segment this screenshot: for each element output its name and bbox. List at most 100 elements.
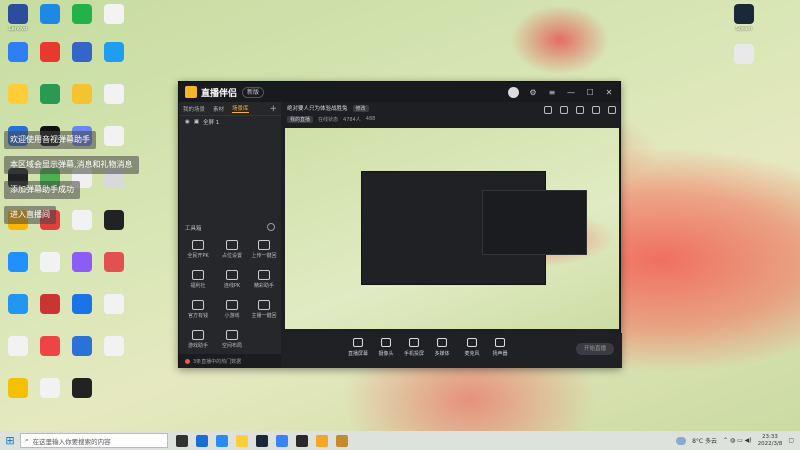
desktop-icon[interactable] xyxy=(66,378,98,400)
desktop-icon[interactable] xyxy=(66,336,98,358)
desktop-icon-label: Lenovo xyxy=(8,26,28,32)
tool-item[interactable]: 福利社 xyxy=(181,270,215,289)
taskbar-app-icon[interactable] xyxy=(336,434,348,447)
desktop-icon[interactable] xyxy=(98,294,130,316)
minimize-icon[interactable]: — xyxy=(566,88,576,97)
desktop-icon[interactable] xyxy=(34,4,66,26)
taskbar-app-icon[interactable] xyxy=(216,434,228,447)
tool-item[interactable]: 官方有钱 xyxy=(181,300,215,319)
desktop-icon[interactable] xyxy=(2,378,34,400)
desktop-icon[interactable] xyxy=(2,42,34,64)
menu-icon[interactable]: ≡ xyxy=(547,88,557,97)
desktop-icon[interactable] xyxy=(34,42,66,64)
weather-icon[interactable] xyxy=(676,436,687,445)
app-icon xyxy=(40,336,60,356)
app-icon xyxy=(72,378,92,398)
tool-item[interactable]: 连线PK xyxy=(215,270,249,289)
settings-icon[interactable]: ⚙ xyxy=(528,88,538,97)
notification-icon[interactable]: ▢ xyxy=(788,437,794,444)
lock-icon[interactable]: ▣ xyxy=(194,119,199,125)
close-icon[interactable]: ✕ xyxy=(604,88,614,97)
my-live-pill[interactable]: 我的直播 xyxy=(287,115,314,123)
app-icon xyxy=(104,210,124,230)
tool-item[interactable]: 精彩助手 xyxy=(247,270,281,289)
stream-preview[interactable] xyxy=(285,128,619,329)
control-button[interactable]: 麦克风 xyxy=(457,338,487,357)
tool-item[interactable]: 主播一键回 xyxy=(247,300,281,319)
desktop-icon[interactable] xyxy=(2,252,34,274)
tool-item[interactable]: 游戏助手 xyxy=(181,330,215,349)
desktop-icon[interactable] xyxy=(98,210,130,232)
user-avatar[interactable] xyxy=(508,86,519,98)
add-icon[interactable]: + xyxy=(269,104,277,114)
desktop-icon[interactable] xyxy=(66,4,98,26)
desktop-icon[interactable] xyxy=(98,336,130,358)
tool-item[interactable]: 小游戏 xyxy=(215,300,249,319)
control-button[interactable]: 扬声器 xyxy=(485,338,515,357)
desktop-icon[interactable] xyxy=(34,294,66,316)
app-icon xyxy=(72,252,92,272)
desktop-icon[interactable] xyxy=(34,84,66,106)
desktop-icon[interactable] xyxy=(66,252,98,274)
desktop-icon[interactable]: Lenovo xyxy=(2,4,34,32)
record-icon[interactable] xyxy=(576,106,584,114)
desktop-icon[interactable] xyxy=(728,44,760,66)
taskbar-app-icon[interactable] xyxy=(236,434,248,447)
share-icon[interactable] xyxy=(608,106,616,114)
desktop-icon[interactable] xyxy=(66,42,98,64)
version-badge[interactable]: 新版 xyxy=(242,86,265,98)
taskbar-search[interactable]: ⌕ 在这里输入你要搜索的内容 xyxy=(20,433,168,448)
taskbar-app-icon[interactable] xyxy=(316,434,328,447)
eye-icon[interactable]: ◉ xyxy=(185,119,190,125)
tool-item[interactable]: 占位设置 xyxy=(215,240,249,259)
desktop-icon[interactable] xyxy=(2,336,34,358)
taskbar-app-icon[interactable] xyxy=(276,434,288,447)
control-button[interactable]: 多媒体 xyxy=(427,338,457,357)
search-icon: ⌕ xyxy=(25,436,29,444)
bell-icon[interactable] xyxy=(592,106,600,114)
tool-item[interactable]: 空间布局 xyxy=(215,330,249,349)
desktop-icon[interactable] xyxy=(66,84,98,106)
desktop-icon[interactable] xyxy=(2,294,34,316)
taskbar-app-icon[interactable] xyxy=(196,434,208,447)
go-live-button[interactable]: 开始直播 xyxy=(576,343,614,355)
desktop-icon[interactable] xyxy=(98,126,130,148)
control-button[interactable]: 摄像头 xyxy=(371,338,401,357)
control-button[interactable]: 手机投屏 xyxy=(399,338,429,357)
scene-item[interactable]: ◉ ▣ 全屏 1 xyxy=(179,116,281,128)
desktop-icon[interactable] xyxy=(34,378,66,400)
desktop-icon[interactable] xyxy=(98,84,130,106)
start-icon[interactable]: ⊞ xyxy=(0,434,20,447)
tools-more-icon[interactable] xyxy=(267,223,275,231)
tool-label: 小游戏 xyxy=(224,313,240,319)
weather-text[interactable]: 8°C 多云 xyxy=(692,436,717,445)
desktop-icon[interactable] xyxy=(98,42,130,64)
tool-icon xyxy=(258,270,270,280)
maximize-icon[interactable]: ☐ xyxy=(585,88,595,97)
tray-icons[interactable]: ⌃ ◍ ▭ ◀) xyxy=(723,437,752,444)
taskbar-app-icon[interactable] xyxy=(176,434,188,447)
desktop-icon[interactable] xyxy=(2,84,34,106)
desktop-icon[interactable] xyxy=(66,294,98,316)
tool-label: 游戏助手 xyxy=(187,343,208,349)
tab-materials[interactable]: 素材 xyxy=(213,105,224,113)
tab-scene-library[interactable]: 场景库 xyxy=(232,104,249,113)
clock[interactable]: 23:33 2022/3/8 xyxy=(758,434,783,448)
desktop-icon[interactable] xyxy=(34,336,66,358)
desktop-icon[interactable] xyxy=(98,4,130,26)
lock-room-icon[interactable] xyxy=(560,106,568,114)
taskbar-app-icon[interactable] xyxy=(256,434,268,447)
gift-icon[interactable] xyxy=(544,106,552,114)
tool-item[interactable]: 全民开PK xyxy=(181,240,215,259)
taskbar-app-icon[interactable] xyxy=(296,434,308,447)
desktop-icon[interactable] xyxy=(66,210,98,232)
tab-my-scenes[interactable]: 我的场景 xyxy=(183,105,205,113)
desktop-icon[interactable] xyxy=(34,252,66,274)
tool-label: 空间布局 xyxy=(221,343,242,349)
desktop-icon[interactable] xyxy=(98,252,130,274)
tool-item[interactable]: 上传一键回 xyxy=(247,240,281,259)
tool-icon xyxy=(226,270,238,280)
control-button[interactable]: 直播屏幕 xyxy=(343,338,373,357)
edit-title-button[interactable]: 修改 xyxy=(352,104,369,112)
desktop-icon[interactable]: Steam xyxy=(728,4,760,32)
